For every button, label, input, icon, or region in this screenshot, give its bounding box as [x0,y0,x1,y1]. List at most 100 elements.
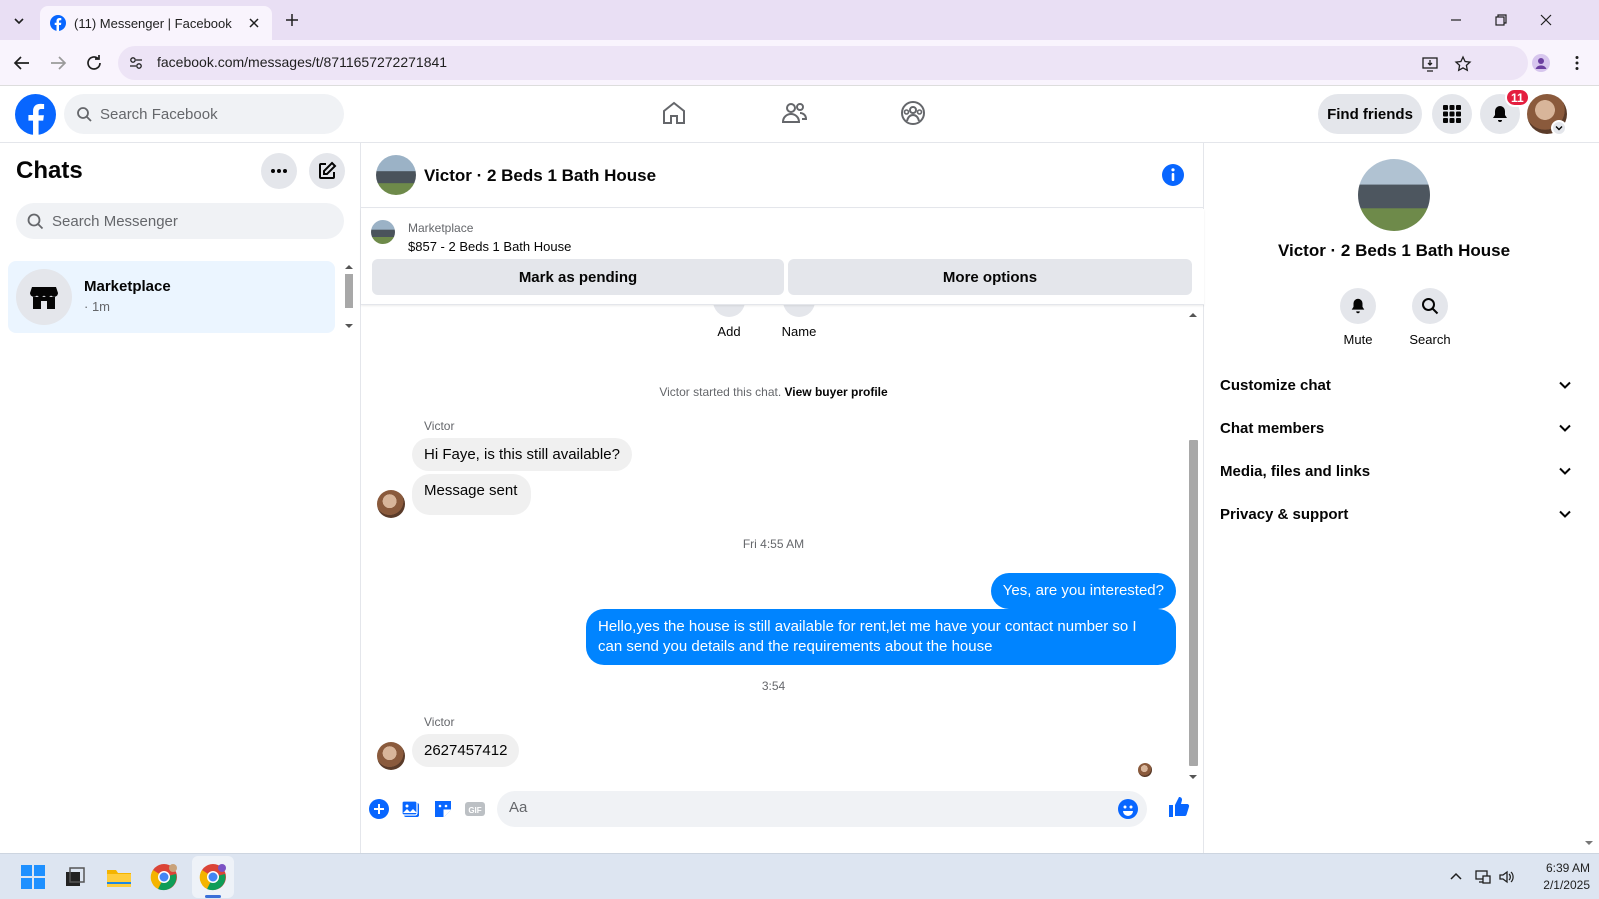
chrome-icon[interactable] [198,862,228,892]
facebook-search-bar[interactable] [64,94,344,134]
incoming-message[interactable]: 2627457412 [412,734,520,767]
listing-title[interactable]: $857 - 2 Beds 1 Bath House [408,239,571,254]
section-label: Chat members [1220,419,1325,437]
marketplace-shop-icon [30,287,58,309]
windows-start-icon[interactable] [18,862,48,892]
bookmark-star-icon[interactable] [1454,55,1472,73]
chats-options-button[interactable] [261,153,297,189]
facebook-logo-icon[interactable] [15,94,56,135]
system-clock[interactable]: 6:39 AM 2/1/2025 [1520,860,1590,894]
mark-as-pending-button[interactable]: Mark as pending [372,259,784,295]
name-action-icon[interactable] [783,305,815,317]
marketplace-listing-bar: Marketplace $857 - 2 Beds 1 Bath House M… [361,209,1204,305]
mute-button[interactable]: Mute [1328,288,1388,347]
facebook-header: Find friends 11 [0,86,1599,143]
messenger-search-bar[interactable] [16,203,344,239]
grid-menu-icon [1443,105,1461,123]
new-tab-icon[interactable] [282,10,302,30]
chat-list-scrollbar[interactable] [342,261,356,333]
sticker-icon[interactable] [432,798,454,820]
more-options-button[interactable]: More options [788,259,1192,295]
show-hidden-icons-chevron-icon[interactable] [1448,869,1464,885]
search-circle[interactable] [1412,288,1448,324]
thread-scrollbar[interactable] [1186,310,1200,785]
name-action-label[interactable]: Name [771,324,827,339]
scrollbar-thumb[interactable] [1189,440,1198,766]
reload-icon[interactable] [83,52,105,74]
thumbs-up-icon[interactable] [1167,795,1191,819]
listing-avatar-large[interactable] [1358,159,1430,231]
message-composer: GIF [361,785,1204,853]
chat-started-notice: Victor started this chat. View buyer pro… [361,385,1186,399]
privacy-support-section[interactable]: Privacy & support [1220,494,1572,534]
info-icon[interactable] [1161,163,1185,187]
browser-menu-icon[interactable] [1568,54,1586,72]
search-conversation-button[interactable]: Search [1400,288,1460,347]
groups-icon[interactable] [898,98,928,128]
conversation-title[interactable]: Victor · 2 Beds 1 Bath House [424,166,656,186]
find-friends-button[interactable]: Find friends [1318,94,1422,134]
search-icon [77,107,92,122]
message-input-box[interactable] [497,791,1147,827]
message-input[interactable] [509,799,1109,816]
page-scroll-down-arrow-icon[interactable] [1584,838,1594,848]
file-explorer-icon[interactable] [104,862,134,892]
search-icon [1422,298,1439,315]
address-bar[interactable]: facebook.com/messages/t/8711657272271841 [118,46,1528,80]
new-message-button[interactable] [309,153,345,189]
close-window-icon[interactable] [1536,10,1556,30]
conversation-avatar[interactable] [376,155,416,195]
scroll-down-arrow-icon[interactable] [1186,772,1200,782]
task-view-icon[interactable] [60,862,90,892]
browser-tab-active[interactable]: (11) Messenger | Facebook [40,6,272,40]
restore-icon[interactable] [1491,10,1511,30]
photo-icon[interactable] [400,798,422,820]
emoji-icon[interactable] [1117,798,1139,820]
chat-members-section[interactable]: Chat members [1220,408,1572,448]
facebook-favicon-icon [50,15,66,31]
clock-time: 6:39 AM [1545,861,1590,875]
clock-date: 2/1/2025 [1543,878,1590,892]
search-icon [27,213,44,230]
tab-search-button[interactable] [8,10,30,32]
media-files-links-section[interactable]: Media, files and links [1220,451,1572,491]
outgoing-message[interactable]: Hello,yes the house is still available f… [586,609,1176,665]
message-timestamp: Fri 4:55 AM [742,537,805,551]
minimize-icon[interactable] [1446,10,1466,30]
add-action-icon[interactable] [713,305,745,317]
incoming-message[interactable]: Hi Faye, is this still available? [412,438,632,471]
home-icon[interactable] [659,98,689,128]
incoming-message[interactable]: Message sent [412,474,532,515]
gif-icon[interactable]: GIF [464,798,486,820]
plus-circle-icon[interactable] [368,798,390,820]
add-action-label[interactable]: Add [701,324,757,339]
facebook-search-input[interactable] [100,105,320,123]
close-tab-icon[interactable] [246,15,262,31]
chat-list-item[interactable]: Marketplace · 1m [8,261,335,333]
view-buyer-profile-link[interactable]: View buyer profile [785,385,888,399]
sender-name: Victor [424,419,455,433]
search-label: Search [1409,332,1451,347]
chevron-down-icon [1559,467,1571,475]
chats-title: Chats [16,157,83,184]
sender-avatar[interactable] [377,490,405,518]
listing-thumbnail[interactable] [371,220,395,244]
account-menu-caret[interactable] [1551,120,1567,136]
customize-chat-section[interactable]: Customize chat [1220,365,1572,405]
profile-icon[interactable] [1532,54,1550,72]
friends-icon[interactable] [779,98,809,128]
sender-avatar[interactable] [377,742,405,770]
mute-circle[interactable] [1340,288,1376,324]
menu-button[interactable] [1432,94,1472,134]
network-icon[interactable] [1475,869,1491,885]
volume-icon[interactable] [1498,869,1514,885]
forward-arrow-icon[interactable] [47,52,69,74]
chrome-icon[interactable] [149,862,179,892]
site-info-icon[interactable] [128,55,144,71]
back-arrow-icon[interactable] [11,52,33,74]
messenger-search-input[interactable] [52,212,332,230]
install-app-icon[interactable] [1421,55,1439,73]
more-dots-icon [271,169,287,173]
outgoing-message[interactable]: Yes, are you interested? [990,573,1176,609]
scroll-up-arrow-icon[interactable] [1186,310,1200,320]
